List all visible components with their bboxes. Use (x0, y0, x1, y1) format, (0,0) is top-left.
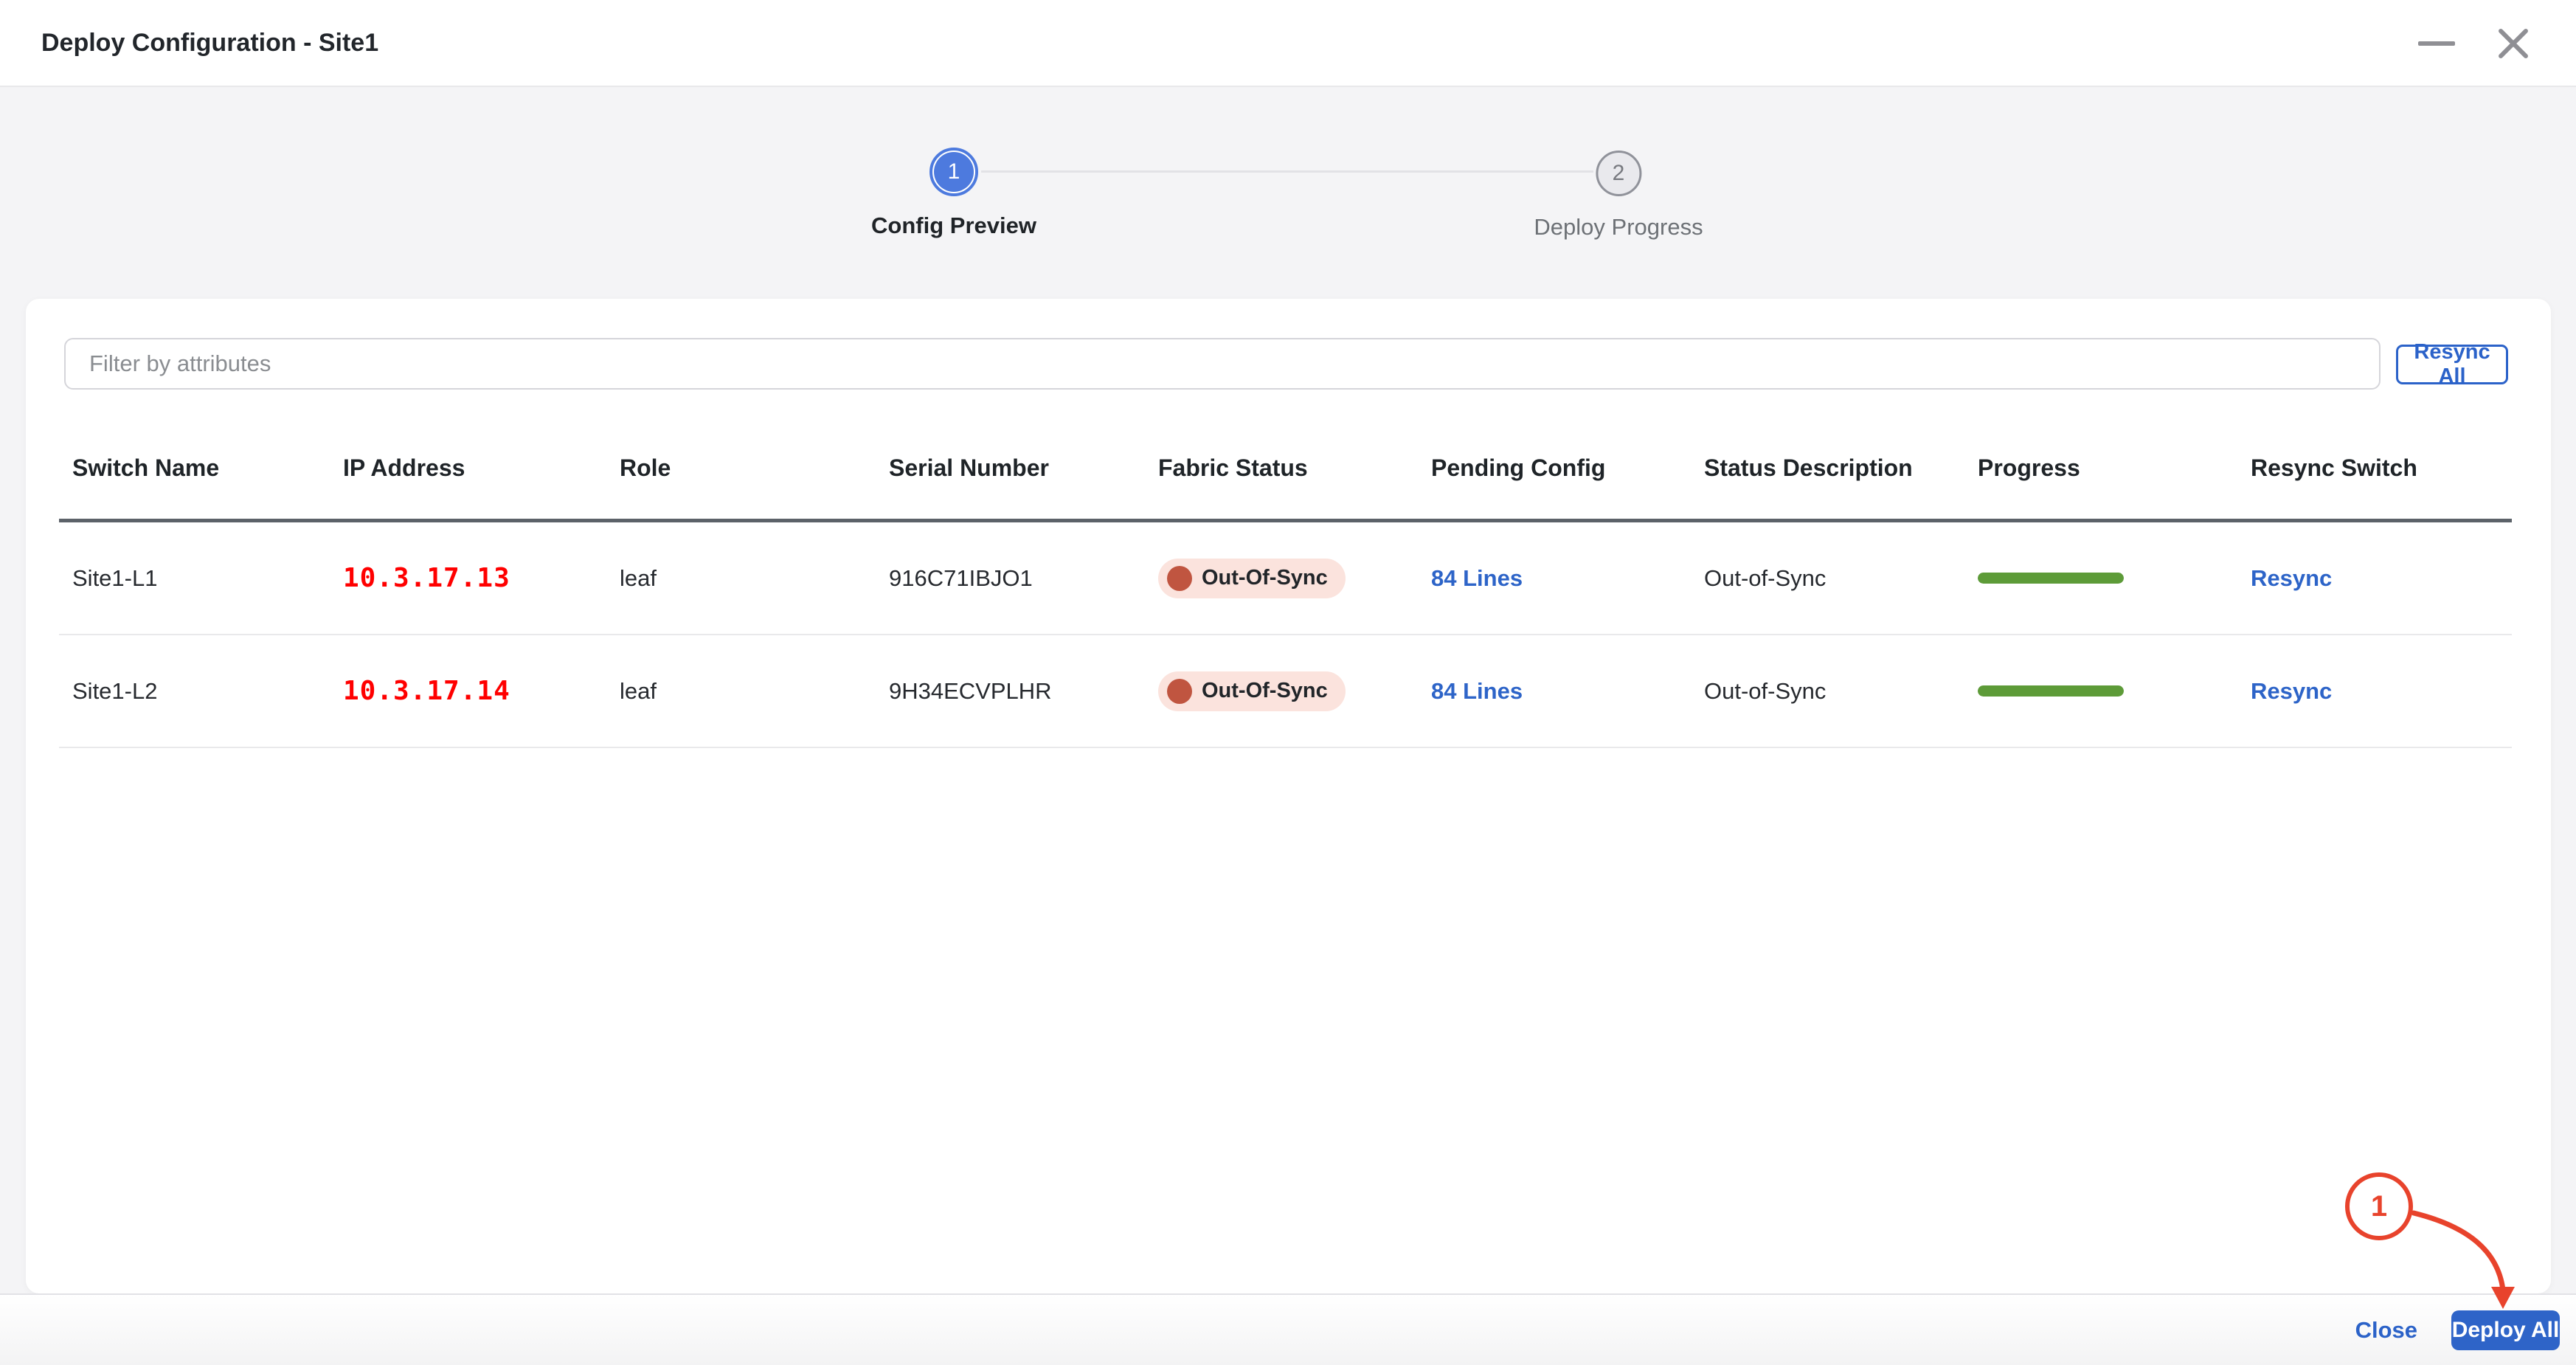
cell-fabric-status: Out-Of-Sync (1145, 558, 1418, 598)
cell-switch-name: Site1-L2 (72, 677, 158, 704)
window-controls (2418, 0, 2530, 87)
stepper-step-deploy-progress: 2 Deploy Progress (1534, 149, 1703, 241)
step-2-circle: 2 (1594, 149, 1643, 198)
status-badge: Out-Of-Sync (1158, 671, 1346, 711)
cell-serial-number: 9H34ECVPLHR (889, 677, 1052, 704)
minimize-icon[interactable] (2418, 41, 2455, 46)
step-2-number: 2 (1596, 151, 1641, 196)
cell-status-description: Out-of-Sync (1704, 677, 1827, 704)
col-header-ip-address: IP Address (343, 454, 465, 481)
col-header-progress: Progress (1978, 454, 2080, 481)
cell-switch-name: Site1-L1 (72, 564, 158, 591)
col-header-resync-switch: Resync Switch (2251, 454, 2417, 481)
resync-all-button[interactable]: Resync All (2396, 340, 2508, 388)
config-preview-card: Resync All Switch Name IP Address Role S… (26, 299, 2551, 1293)
progress-bar (1978, 573, 2124, 584)
cell-serial-number: 916C71IBJO1 (889, 564, 1033, 591)
progress-bar-fill (1978, 685, 2124, 697)
dialog-footer: Close Deploy All (0, 1293, 2576, 1365)
resync-link[interactable]: Resync (2251, 565, 2332, 591)
step-2-label: Deploy Progress (1534, 214, 1703, 240)
table-row: Site1-L1 10.3.17.13 leaf 916C71IBJO1 Out… (59, 522, 2512, 635)
progress-bar-fill (1978, 573, 2124, 584)
step-1-number: 1 (934, 152, 974, 192)
status-badge: Out-Of-Sync (1158, 558, 1346, 598)
table-header-row: Switch Name IP Address Role Serial Numbe… (59, 417, 2512, 522)
cell-pending-config: 84 Lines (1418, 565, 1691, 592)
cell-role: leaf (620, 564, 657, 591)
stepper-connector-line (981, 170, 1593, 173)
cell-fabric-status: Out-Of-Sync (1145, 671, 1418, 711)
progress-bar (1978, 685, 2124, 697)
pending-config-link[interactable]: 84 Lines (1431, 678, 1523, 704)
annotation-arrow-icon (2411, 1210, 2515, 1309)
stepper-step-config-preview: 1 Config Preview (871, 148, 1036, 239)
pending-config-link[interactable]: 84 Lines (1431, 565, 1523, 591)
col-header-pending-config: Pending Config (1431, 454, 1606, 481)
step-1-circle: 1 (929, 148, 978, 196)
cell-progress (1964, 573, 2237, 584)
cell-ip-address: 10.3.17.13 (343, 563, 510, 593)
cell-progress (1964, 685, 2237, 697)
col-header-serial-number: Serial Number (889, 454, 1049, 481)
dialog-title-bar: Deploy Configuration - Site1 (0, 0, 2576, 87)
out-of-sync-dot-icon (1167, 678, 1192, 704)
resync-link[interactable]: Resync (2251, 678, 2332, 704)
close-icon[interactable] (2496, 27, 2530, 61)
switch-table: Switch Name IP Address Role Serial Numbe… (59, 417, 2512, 748)
out-of-sync-dot-icon (1167, 565, 1192, 591)
step-1-label: Config Preview (871, 212, 1036, 238)
status-badge-label: Out-Of-Sync (1202, 566, 1328, 590)
cell-status-description: Out-of-Sync (1704, 564, 1827, 591)
col-header-fabric-status: Fabric Status (1158, 454, 1308, 481)
cell-resync: Resync (2237, 565, 2512, 592)
col-header-status-description: Status Description (1704, 454, 1913, 481)
cell-ip-address: 10.3.17.14 (343, 676, 510, 706)
page-title: Deploy Configuration - Site1 (41, 28, 379, 57)
col-header-switch-name: Switch Name (72, 454, 220, 481)
col-header-role: Role (620, 454, 671, 481)
filter-input[interactable] (64, 338, 2381, 390)
table-row: Site1-L2 10.3.17.14 leaf 9H34ECVPLHR Out… (59, 635, 2512, 748)
cell-pending-config: 84 Lines (1418, 678, 1691, 705)
cell-role: leaf (620, 677, 657, 704)
cell-resync: Resync (2237, 678, 2512, 705)
status-badge-label: Out-Of-Sync (1202, 679, 1328, 702)
